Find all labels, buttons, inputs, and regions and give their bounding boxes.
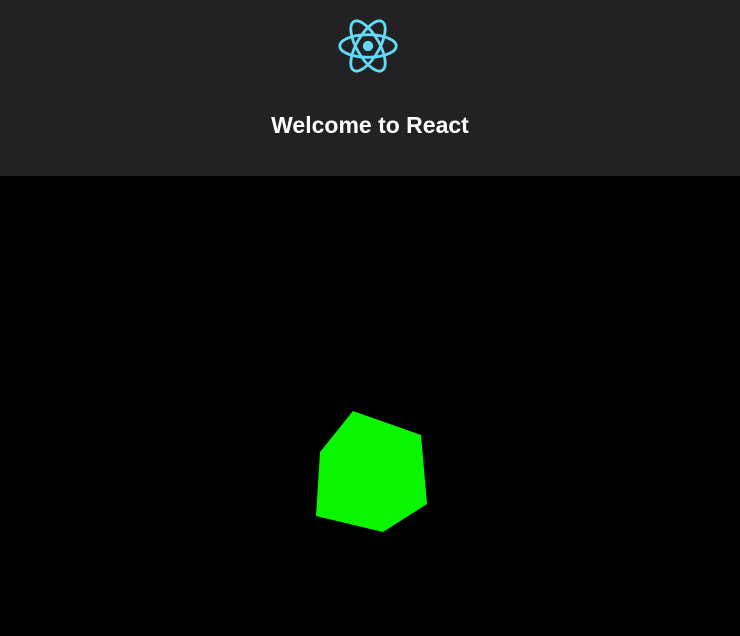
cube-shape xyxy=(316,411,427,532)
app-root: Welcome to React xyxy=(0,0,740,636)
react-logo-icon xyxy=(336,12,400,80)
page-title: Welcome to React xyxy=(271,112,469,138)
webgl-canvas[interactable] xyxy=(0,176,740,636)
app-header: Welcome to React xyxy=(0,0,740,176)
